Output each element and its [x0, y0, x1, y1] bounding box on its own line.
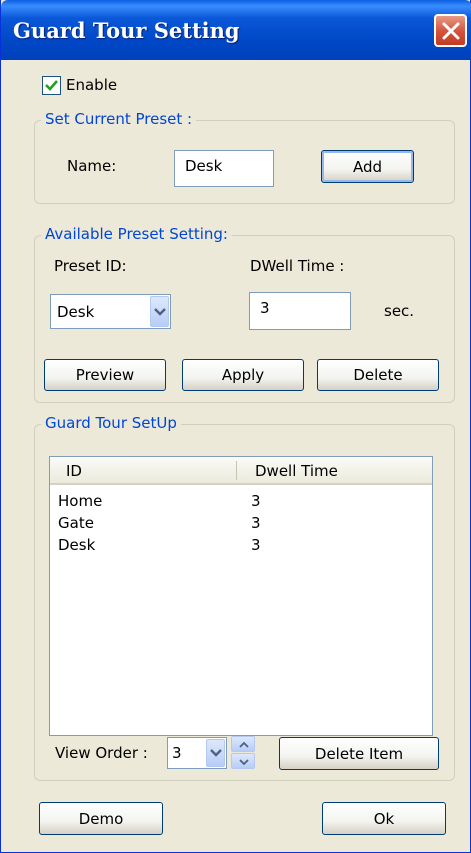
chevron-down-icon [239, 759, 249, 765]
row-dwell-time: 3 [251, 492, 261, 510]
apply-button[interactable]: Apply [182, 359, 304, 391]
column-header-id[interactable]: ID [66, 462, 82, 480]
preset-id-dropdown-button[interactable] [150, 296, 169, 327]
preset-id-select[interactable]: Desk [50, 294, 171, 329]
view-order-select[interactable]: 3 [167, 737, 227, 769]
close-button[interactable] [434, 14, 467, 47]
dwell-time-label: DWell Time : [250, 257, 345, 275]
current-preset-legend: Set Current Preset : [41, 110, 197, 128]
delete-item-button[interactable]: Delete Item [279, 737, 439, 770]
row-dwell-time: 3 [251, 536, 261, 554]
checkmark-icon [45, 80, 58, 91]
preset-id-value: Desk [57, 302, 95, 321]
guard-tour-legend: Guard Tour SetUp [41, 414, 181, 432]
title-bar[interactable]: Guard Tour Setting [1, 0, 471, 60]
seconds-label: sec. [384, 302, 415, 320]
list-item[interactable]: Desk 3 [50, 535, 432, 555]
row-id: Desk [58, 536, 96, 554]
view-order-dropdown-button[interactable] [206, 739, 225, 767]
guard-tour-list[interactable]: ID Dwell Time Home 3 Gate 3 Desk 3 [49, 456, 433, 736]
delete-button[interactable]: Delete [317, 359, 439, 391]
guard-tour-dialog: Guard Tour Setting Enable Set Current Pr… [0, 0, 471, 853]
move-down-button[interactable] [231, 753, 255, 769]
view-order-label: View Order : [55, 744, 148, 762]
name-label: Name: [67, 157, 117, 175]
preset-id-label: Preset ID: [54, 257, 127, 275]
enable-label: Enable [66, 76, 118, 94]
list-item[interactable]: Home 3 [50, 491, 432, 511]
preset-name-field[interactable]: Desk [174, 150, 274, 187]
enable-checkbox[interactable] [42, 76, 61, 95]
column-divider[interactable] [236, 461, 237, 480]
chevron-down-icon [210, 749, 222, 757]
demo-button[interactable]: Demo [39, 802, 163, 835]
row-dwell-time: 3 [251, 514, 261, 532]
view-order-value: 3 [172, 744, 182, 762]
available-preset-legend: Available Preset Setting: [41, 225, 232, 243]
dwell-time-field[interactable]: 3 [249, 292, 351, 330]
add-button[interactable]: Add [321, 150, 414, 183]
window-title: Guard Tour Setting [13, 18, 240, 43]
preview-button[interactable]: Preview [44, 359, 166, 391]
move-up-button[interactable] [231, 736, 255, 752]
row-id: Gate [58, 514, 94, 532]
view-order-spinner [231, 736, 255, 769]
close-icon [442, 22, 460, 40]
list-header: ID Dwell Time [50, 457, 432, 485]
row-id: Home [58, 492, 103, 510]
column-header-dwell-time[interactable]: Dwell Time [255, 462, 338, 480]
list-item[interactable]: Gate 3 [50, 513, 432, 533]
ok-button[interactable]: Ok [322, 802, 446, 835]
chevron-down-icon [154, 307, 166, 316]
chevron-up-icon [239, 742, 249, 748]
